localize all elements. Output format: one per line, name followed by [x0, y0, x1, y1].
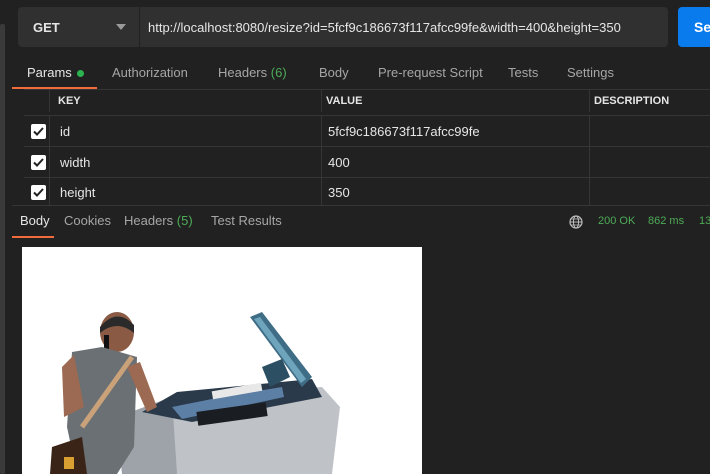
- table-row: width 400: [24, 146, 710, 177]
- param-value-cell[interactable]: 400: [322, 147, 590, 177]
- table-row: height 350: [24, 177, 710, 206]
- response-active-tab-indicator: [12, 236, 54, 238]
- header-checkbox-cell: [24, 90, 50, 112]
- request-tabs: Params Authorization Headers (6) Body Pr…: [12, 58, 710, 90]
- response-image: [22, 247, 422, 474]
- response-tab-test-results-label: Test Results: [211, 213, 282, 228]
- tab-pre-request-script[interactable]: Pre-request Script: [378, 58, 483, 88]
- param-key: width: [60, 154, 91, 170]
- tab-authorization[interactable]: Authorization: [112, 58, 188, 88]
- column-key: KEY: [50, 90, 322, 112]
- param-value-cell[interactable]: 350: [322, 178, 590, 206]
- param-value: 400: [328, 154, 350, 170]
- response-size[interactable]: 13: [699, 206, 710, 236]
- method-select[interactable]: GET: [18, 7, 139, 47]
- response-time[interactable]: 862 ms: [648, 206, 684, 236]
- tab-tests[interactable]: Tests: [508, 58, 538, 88]
- param-value: 5fcf9c186673f117afcc99fe: [328, 123, 480, 139]
- tab-body-label: Body: [319, 65, 349, 80]
- checkbox-cell: [24, 147, 50, 177]
- response-tab-body-label: Body: [20, 213, 50, 228]
- table-row: id 5fcf9c186673f117afcc99fe: [24, 115, 710, 146]
- column-value: VALUE: [322, 90, 590, 112]
- tab-tests-label: Tests: [508, 65, 539, 80]
- tab-headers-label: Headers: [218, 65, 268, 80]
- tab-headers[interactable]: Headers (6): [218, 58, 287, 88]
- chevron-down-icon: [116, 24, 126, 30]
- column-description: DESCRIPTION: [594, 95, 670, 107]
- send-label: Se: [694, 19, 710, 35]
- tab-params[interactable]: Params: [27, 58, 84, 88]
- params-active-dot: [76, 70, 84, 78]
- tab-authorization-label: Authorization: [112, 65, 188, 80]
- param-key-cell[interactable]: id: [50, 116, 322, 146]
- url-text: http://localhost:8080/resize?id=5fcf9c18…: [148, 19, 621, 35]
- checkmark-icon: [33, 187, 44, 197]
- tab-params-label: Params: [27, 65, 72, 80]
- tab-pre-request-label: Pre-request Script: [378, 65, 483, 80]
- param-description-cell[interactable]: [590, 178, 710, 206]
- globe-icon[interactable]: [569, 215, 583, 229]
- method-label: GET: [33, 19, 60, 35]
- tab-headers-count: (6): [270, 65, 287, 80]
- left-panel-scrollbar[interactable]: [0, 24, 5, 474]
- response-tab-test-results[interactable]: Test Results: [211, 206, 282, 236]
- response-tabs: Body Cookies Headers (5) Test Results 20…: [12, 205, 710, 238]
- param-description-cell[interactable]: [590, 147, 710, 177]
- url-input[interactable]: http://localhost:8080/resize?id=5fcf9c18…: [140, 7, 668, 47]
- param-key: id: [60, 123, 71, 139]
- param-description-cell[interactable]: [590, 116, 710, 146]
- tab-settings-label: Settings: [567, 65, 614, 80]
- params-header-row: KEY VALUE DESCRIPTION: [24, 89, 710, 112]
- param-key-cell[interactable]: height: [50, 178, 322, 206]
- resized-photo: [50, 312, 340, 474]
- param-checkbox[interactable]: [31, 123, 46, 139]
- param-value: 350: [328, 184, 350, 200]
- response-tab-headers-count: (5): [176, 213, 193, 228]
- tab-body[interactable]: Body: [319, 58, 349, 88]
- checkmark-icon: [33, 126, 44, 136]
- response-tab-cookies-label: Cookies: [64, 213, 111, 228]
- param-value-cell[interactable]: 5fcf9c186673f117afcc99fe: [322, 116, 590, 146]
- response-tab-headers-label: Headers: [124, 213, 174, 228]
- status-code[interactable]: 200 OK: [598, 206, 635, 236]
- param-key-cell[interactable]: width: [50, 147, 322, 177]
- param-key: height: [60, 184, 96, 200]
- param-checkbox[interactable]: [31, 154, 46, 170]
- response-tab-cookies[interactable]: Cookies: [64, 206, 111, 236]
- param-checkbox[interactable]: [31, 184, 46, 200]
- send-button[interactable]: Se: [678, 7, 710, 47]
- response-tab-headers[interactable]: Headers (5): [124, 206, 193, 236]
- tab-settings[interactable]: Settings: [567, 58, 614, 88]
- response-tab-body[interactable]: Body: [20, 206, 50, 236]
- checkmark-icon: [33, 157, 44, 167]
- checkbox-cell: [24, 116, 50, 146]
- checkbox-cell: [24, 178, 50, 206]
